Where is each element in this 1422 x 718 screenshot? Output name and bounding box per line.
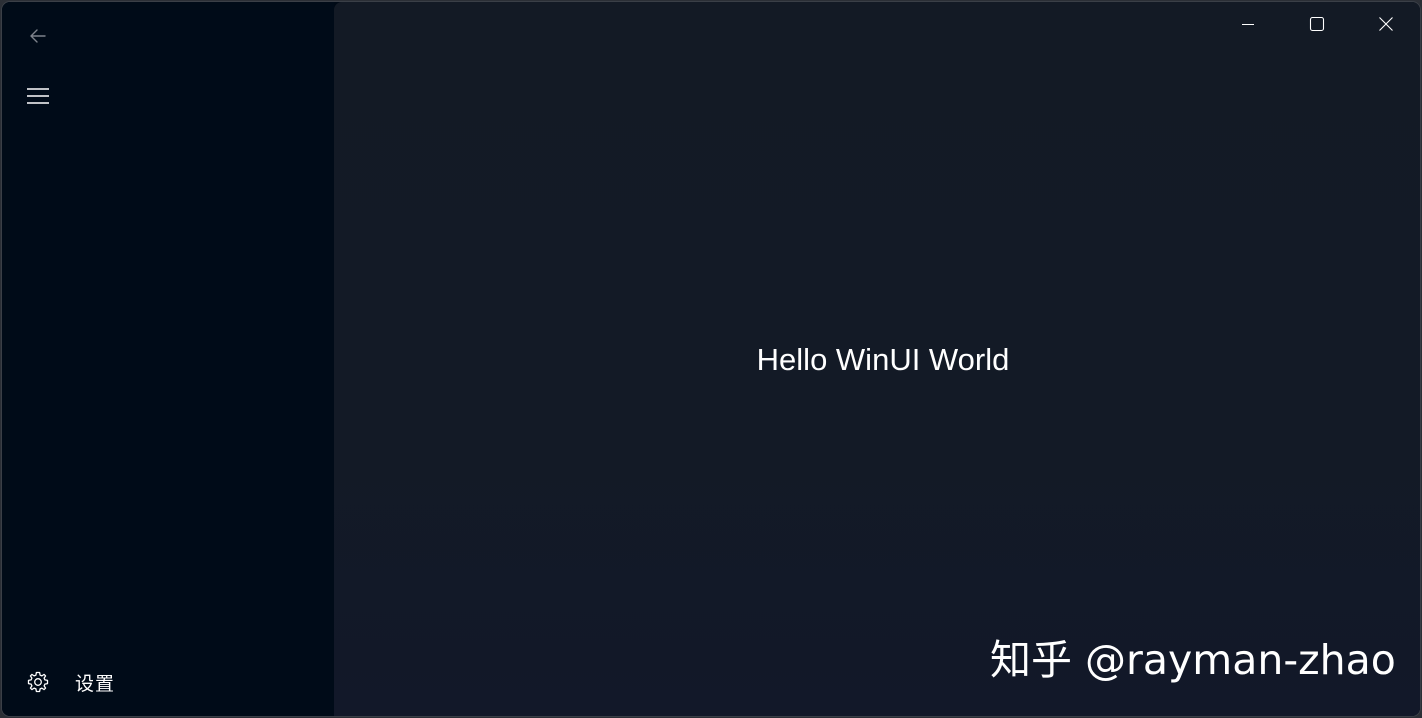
navigation-pane: 设置 (2, 2, 334, 716)
minimize-icon (1241, 24, 1254, 25)
settings-nav-item[interactable]: 设置 (16, 662, 320, 702)
hello-text-label: Hello WinUI World (756, 342, 1010, 377)
back-button[interactable] (16, 18, 60, 54)
content-frame: Hello WinUI World (334, 2, 1420, 716)
settings-label: 设置 (75, 672, 116, 695)
back-arrow-icon (30, 29, 46, 43)
close-icon (1378, 17, 1393, 31)
maximize-icon (1309, 16, 1324, 32)
hello-text: Hello WinUI World (334, 342, 1420, 378)
watermark-text: 知乎 @rayman-zhao (990, 636, 1396, 684)
maximize-button[interactable] (1282, 2, 1351, 46)
settings-icon-wrapper (16, 662, 60, 702)
hamburger-menu-icon (27, 88, 49, 104)
close-button[interactable] (1351, 2, 1420, 46)
minimize-button[interactable] (1213, 2, 1282, 46)
caption-buttons (1213, 2, 1420, 46)
app-window: 设置 Hello WinUI World 知乎 @rayman-zhao (2, 2, 1420, 716)
menu-toggle-button[interactable] (16, 78, 60, 114)
gear-icon (27, 671, 49, 693)
